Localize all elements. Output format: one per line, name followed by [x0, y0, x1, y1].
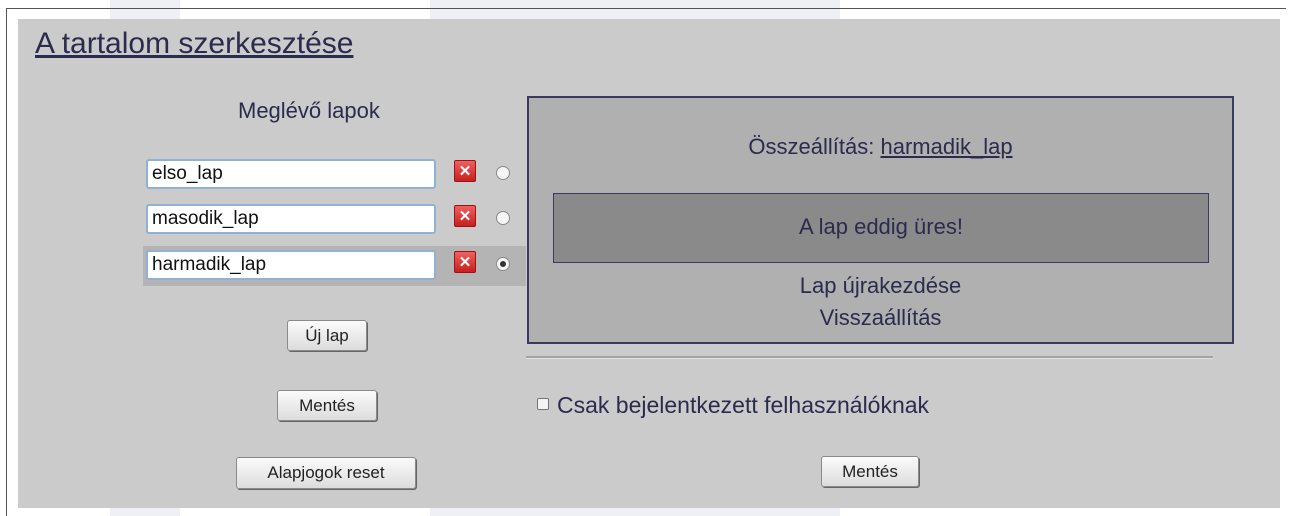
composer-title: Összeállítás: harmadik_lap [529, 134, 1232, 160]
restart-page-link[interactable]: Lap újrakezdése [529, 273, 1232, 299]
frame-border-top [6, 8, 1286, 9]
delete-icon[interactable]: ✕ [454, 251, 476, 273]
existing-pages-heading: Meglévő lapok [238, 98, 380, 123]
frame-border-left [6, 8, 7, 516]
delete-icon[interactable]: ✕ [454, 205, 476, 227]
current-page-link[interactable]: harmadik_lap [880, 134, 1012, 159]
page-name-input[interactable] [146, 159, 436, 189]
restore-link[interactable]: Visszaállítás [529, 305, 1232, 331]
select-page-radio[interactable] [496, 211, 510, 225]
logged-in-only-checkbox[interactable] [537, 398, 549, 410]
delete-icon[interactable]: ✕ [454, 160, 476, 182]
select-page-radio[interactable] [496, 257, 510, 271]
divider [526, 356, 1213, 359]
new-page-button[interactable]: Új lap [287, 320, 367, 351]
empty-page-message: A lap eddig üres! [553, 193, 1209, 263]
page-name-input[interactable] [146, 250, 436, 280]
page-row-masodik-lap: ✕ [143, 202, 526, 240]
logged-in-only-label[interactable]: Csak bejelentkezett felhasználóknak [557, 392, 929, 419]
page-title[interactable]: A tartalom szerkesztése [35, 27, 353, 61]
page-row-elso-lap: ✕ [143, 157, 526, 195]
save-options-button[interactable]: Mentés [821, 456, 919, 487]
save-pages-button[interactable]: Mentés [277, 390, 377, 421]
composer-title-prefix: Összeállítás: [748, 134, 875, 159]
page-name-input[interactable] [146, 204, 436, 234]
select-page-radio[interactable] [496, 166, 510, 180]
page-row-harmadik-lap: ✕ [143, 246, 526, 286]
reset-rights-button[interactable]: Alapjogok reset [236, 457, 416, 489]
page-composer: Összeállítás: harmadik_lap A lap eddig ü… [527, 96, 1234, 344]
